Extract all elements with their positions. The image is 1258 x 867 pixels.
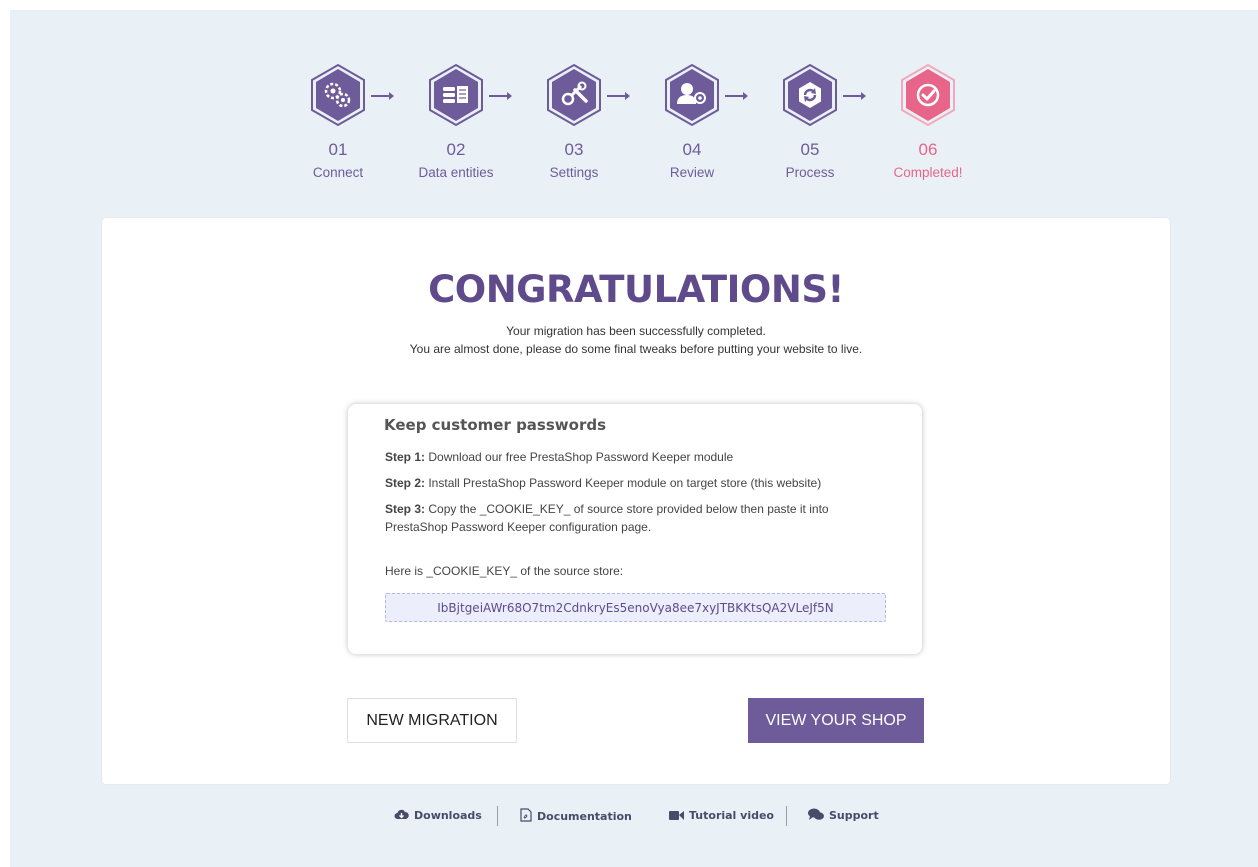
- app-frame: 01 Connect 02 Data entities 03 Settings …: [10, 10, 1258, 867]
- database-icon: [443, 86, 468, 103]
- step-label: Settings: [549, 165, 599, 180]
- step-label: Data entities: [418, 165, 494, 180]
- step-number: 04: [682, 140, 702, 159]
- step-review: 04 Review: [637, 62, 747, 181]
- completion-line-1: Your migration has been successfully com…: [506, 324, 766, 338]
- gears-icon: [324, 82, 351, 108]
- step-arrow: [725, 92, 748, 100]
- documentation-link[interactable]: Documentation: [520, 808, 632, 825]
- footer-divider: [497, 806, 498, 826]
- user-review-icon: [677, 83, 706, 104]
- downloads-label: Downloads: [414, 809, 482, 822]
- cookie-key-label: Here is _COOKIE_KEY_ of the source store…: [385, 564, 624, 578]
- step-label: Process: [785, 165, 835, 180]
- support-label: Support: [829, 809, 879, 822]
- step-completed: 06 Completed!: [873, 62, 983, 181]
- password-keeper-panel: Keep customer passwords Step 1: Download…: [348, 404, 922, 654]
- step-number: 02: [446, 140, 466, 159]
- step-arrow: [607, 92, 630, 100]
- view-shop-button[interactable]: VIEW YOUR SHOP: [748, 698, 924, 743]
- instruction-step-2: Step 2: Install PrestaShop Password Keep…: [385, 474, 885, 492]
- step-data-entities: 02 Data entities: [401, 62, 511, 181]
- chat-bubbles-icon: [808, 808, 824, 820]
- step-settings: 03 Settings: [519, 62, 629, 181]
- step-number: 01: [328, 140, 348, 159]
- downloads-link[interactable]: Downloads: [394, 808, 482, 824]
- step-process: 05 Process: [755, 62, 865, 181]
- step-2-text: Install PrestaShop Password Keeper modul…: [425, 476, 822, 490]
- step-arrow: [371, 92, 394, 100]
- tutorial-video-link[interactable]: Tutorial video: [669, 808, 774, 824]
- step-connect: 01 Connect: [283, 62, 393, 181]
- footer-links: Downloads Documentation Tutorial video S…: [10, 806, 1258, 828]
- footer-divider: [786, 806, 787, 826]
- page-title: CONGRATULATIONS!: [428, 268, 844, 311]
- panel-title: Keep customer passwords: [384, 416, 607, 434]
- step-label: Connect: [312, 165, 364, 180]
- new-migration-button[interactable]: NEW MIGRATION: [347, 698, 517, 743]
- pdf-file-icon: [520, 808, 532, 822]
- step-label: Completed!: [893, 165, 963, 180]
- step-arrow: [489, 92, 512, 100]
- tutorial-video-label: Tutorial video: [689, 809, 774, 822]
- support-link[interactable]: Support: [808, 808, 879, 824]
- completion-line-2: You are almost done, please do some fina…: [409, 342, 863, 356]
- instruction-step-3: Step 3: Copy the _COOKIE_KEY_ of source …: [385, 500, 885, 536]
- step-3-text: Copy the _COOKIE_KEY_ of source store pr…: [385, 502, 829, 534]
- check-circle-icon: [916, 83, 940, 107]
- step-arrow: [843, 92, 866, 100]
- completion-message: Your migration has been successfully com…: [102, 322, 1170, 358]
- step-label: Review: [669, 165, 715, 180]
- cloud-download-icon: [394, 809, 409, 819]
- instruction-step-1: Step 1: Download our free PrestaShop Pas…: [385, 448, 885, 466]
- step-1-label: Step 1:: [385, 450, 426, 464]
- step-number: 05: [800, 140, 820, 159]
- documentation-label: Documentation: [537, 810, 632, 823]
- cookie-key-field[interactable]: IbBjtgeiAWr68O7tm2CdnkryEs5enoVya8ee7xyJ…: [385, 593, 886, 622]
- completion-card: CONGRATULATIONS! Your migration has been…: [102, 218, 1170, 784]
- step-1-text: Download our free PrestaShop Password Ke…: [425, 450, 734, 464]
- step-3-label: Step 3:: [385, 502, 426, 516]
- step-number: 06: [918, 140, 938, 159]
- video-camera-icon: [669, 811, 684, 820]
- migration-stepper: 01 Connect 02 Data entities 03 Settings …: [10, 62, 1258, 202]
- step-2-label: Step 2:: [385, 476, 426, 490]
- tools-icon: [561, 81, 588, 106]
- sync-icon: [799, 82, 821, 108]
- step-number: 03: [564, 140, 584, 159]
